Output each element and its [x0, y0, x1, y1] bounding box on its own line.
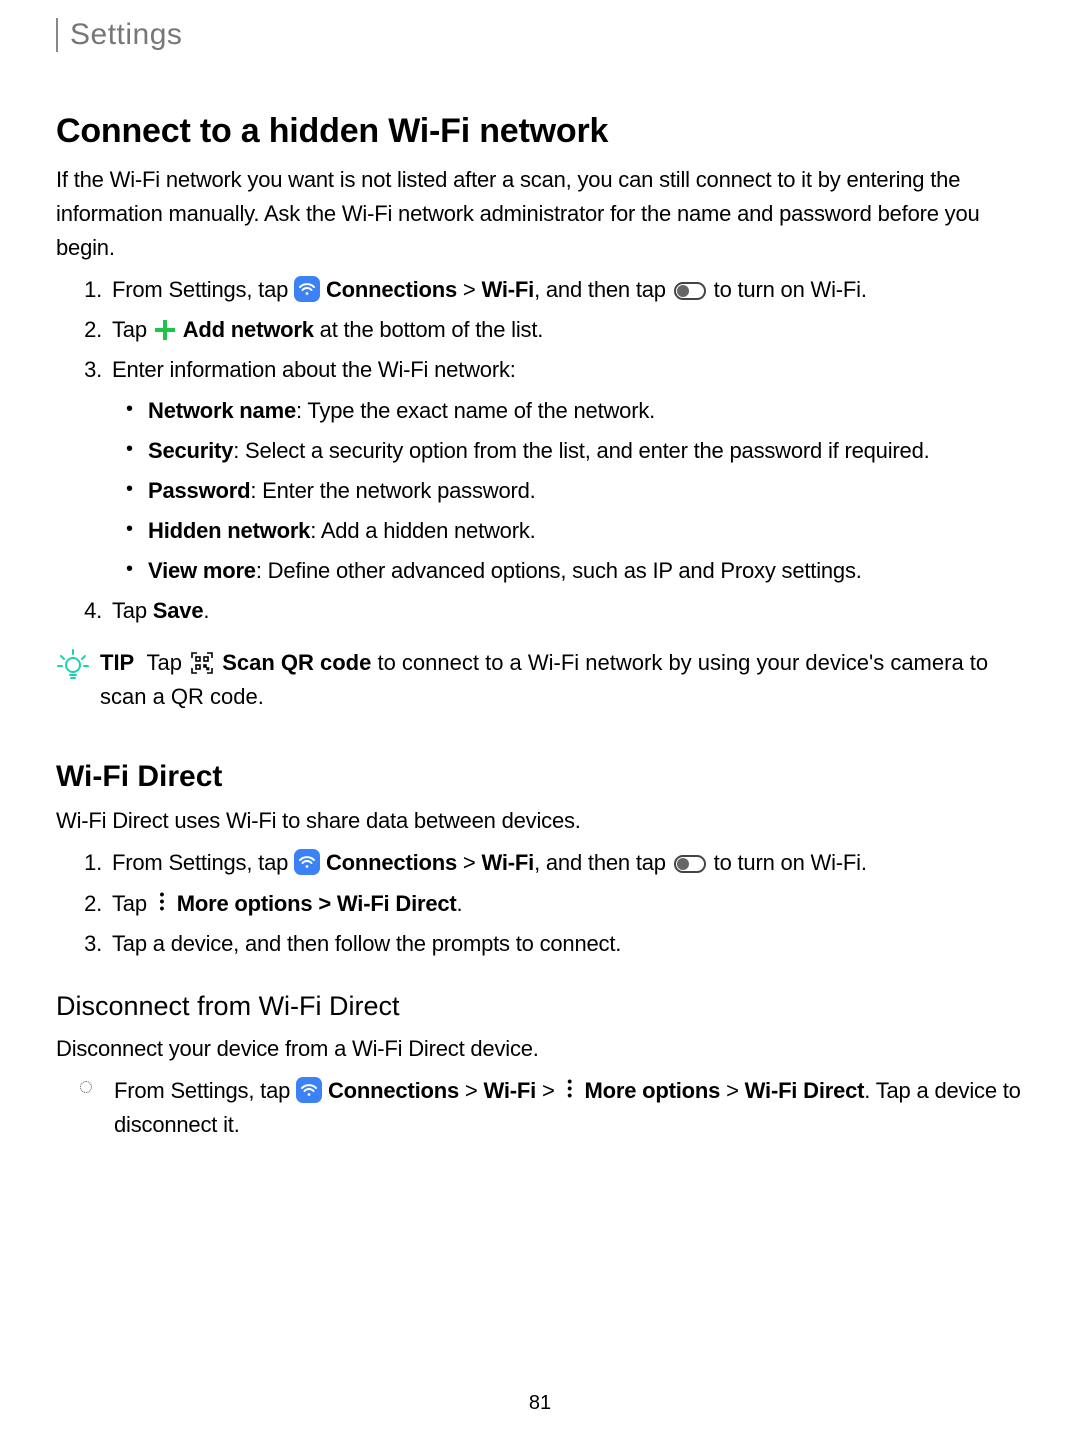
section3-step: From Settings, tap Connections > Wi-Fi >… — [108, 1074, 1024, 1142]
section3-intro: Disconnect your device from a Wi-Fi Dire… — [56, 1032, 1024, 1066]
text: , and then tap — [534, 850, 672, 875]
text-bold: Connections — [328, 1078, 459, 1103]
text: : Select a security option from the list… — [233, 438, 929, 463]
text: , and then tap — [534, 277, 672, 302]
text-bold: Save — [153, 598, 204, 623]
text-bold: Wi-Fi — [482, 850, 535, 875]
section-heading-hidden-wifi: Connect to a hidden Wi-Fi network — [56, 112, 1024, 151]
text: to turn on Wi-Fi. — [714, 850, 867, 875]
lightbulb-icon — [56, 648, 90, 687]
label: Network name — [148, 398, 296, 423]
section2-step2: Tap ••• More options > Wi-Fi Direct. — [108, 887, 1024, 921]
plus-icon — [155, 320, 175, 340]
page-number: 81 — [56, 1392, 1024, 1415]
section2-steps: From Settings, tap Connections > Wi-Fi, … — [56, 846, 1024, 960]
section1-step4: Tap Save. — [108, 594, 1024, 628]
text: : Define other advanced options, such as… — [256, 558, 862, 583]
wifi-icon — [294, 849, 320, 875]
text-bold: More options — [584, 1078, 720, 1103]
text: at the bottom of the list. — [314, 317, 543, 342]
text: to turn on Wi-Fi. — [714, 277, 867, 302]
section1-step1: From Settings, tap Connections > Wi-Fi, … — [108, 273, 1024, 307]
text-bold: More options — [177, 891, 313, 916]
section1-bullets: Network name: Type the exact name of the… — [112, 394, 1024, 588]
page-header: Settings — [70, 18, 182, 51]
text-bold: Connections — [326, 277, 457, 302]
bullet-view-more: View more: Define other advanced options… — [148, 554, 1024, 588]
text: From Settings, tap — [114, 1078, 296, 1103]
text: > — [457, 277, 481, 302]
text: . — [203, 598, 209, 623]
text-bold: Scan QR code — [222, 650, 371, 675]
more-options-icon: ••• — [156, 891, 168, 912]
text-bold: Wi-Fi Direct — [337, 891, 457, 916]
section3-list: From Settings, tap Connections > Wi-Fi >… — [56, 1074, 1024, 1142]
label: Password — [148, 478, 250, 503]
text: : Enter the network password. — [250, 478, 535, 503]
hollow-bullet-icon — [80, 1081, 92, 1093]
section1-step3: Enter information about the Wi-Fi networ… — [108, 353, 1024, 588]
text: > — [536, 1078, 560, 1103]
text: Tap — [112, 598, 153, 623]
tip-block: TIP Tap Scan QR code to connect to a Wi-… — [56, 646, 1024, 714]
text: Tap — [112, 891, 153, 916]
text-bold: Wi-Fi — [484, 1078, 537, 1103]
section1-steps: From Settings, tap Connections > Wi-Fi, … — [56, 273, 1024, 628]
text: : Type the exact name of the network. — [296, 398, 655, 423]
text: Enter information about the Wi-Fi networ… — [112, 357, 516, 382]
section-heading-wifi-direct: Wi-Fi Direct — [56, 760, 1024, 794]
text: > — [457, 850, 481, 875]
text: > — [720, 1078, 744, 1103]
section-heading-disconnect: Disconnect from Wi-Fi Direct — [56, 991, 1024, 1022]
bullet-network-name: Network name: Type the exact name of the… — [148, 394, 1024, 428]
text: . — [457, 891, 463, 916]
text-bold: > — [312, 891, 336, 916]
text: Tap — [146, 650, 188, 675]
more-options-icon: ••• — [564, 1078, 576, 1099]
toggle-off-icon — [674, 855, 706, 873]
section2-intro: Wi-Fi Direct uses Wi-Fi to share data be… — [56, 804, 1024, 838]
text: From Settings, tap — [112, 850, 294, 875]
wifi-icon — [294, 276, 320, 302]
tip-text: TIP Tap Scan QR code to connect to a Wi-… — [100, 646, 1024, 714]
bullet-security: Security: Select a security option from … — [148, 434, 1024, 468]
bullet-hidden-network: Hidden network: Add a hidden network. — [148, 514, 1024, 548]
text: Tap — [112, 317, 153, 342]
header-bar: Settings — [56, 18, 1024, 52]
label: View more — [148, 558, 256, 583]
section2-step1: From Settings, tap Connections > Wi-Fi, … — [108, 846, 1024, 880]
section1-intro: If the Wi-Fi network you want is not lis… — [56, 163, 1024, 265]
section2-step3: Tap a device, and then follow the prompt… — [108, 927, 1024, 961]
section1-step2: Tap Add network at the bottom of the lis… — [108, 313, 1024, 347]
text: > — [459, 1078, 483, 1103]
wifi-icon — [296, 1077, 322, 1103]
toggle-off-icon — [674, 282, 706, 300]
text-bold: Wi-Fi Direct — [745, 1078, 865, 1103]
label: Security — [148, 438, 233, 463]
text: : Add a hidden network. — [310, 518, 535, 543]
page-content: Settings Connect to a hidden Wi-Fi netwo… — [0, 18, 1080, 1455]
bullet-password: Password: Enter the network password. — [148, 474, 1024, 508]
text-bold: Connections — [326, 850, 457, 875]
qr-code-icon — [190, 651, 214, 675]
label: Hidden network — [148, 518, 310, 543]
text: From Settings, tap — [112, 277, 294, 302]
text-bold: Wi-Fi — [482, 277, 535, 302]
text-bold: Add network — [183, 317, 314, 342]
tip-label: TIP — [100, 650, 134, 675]
